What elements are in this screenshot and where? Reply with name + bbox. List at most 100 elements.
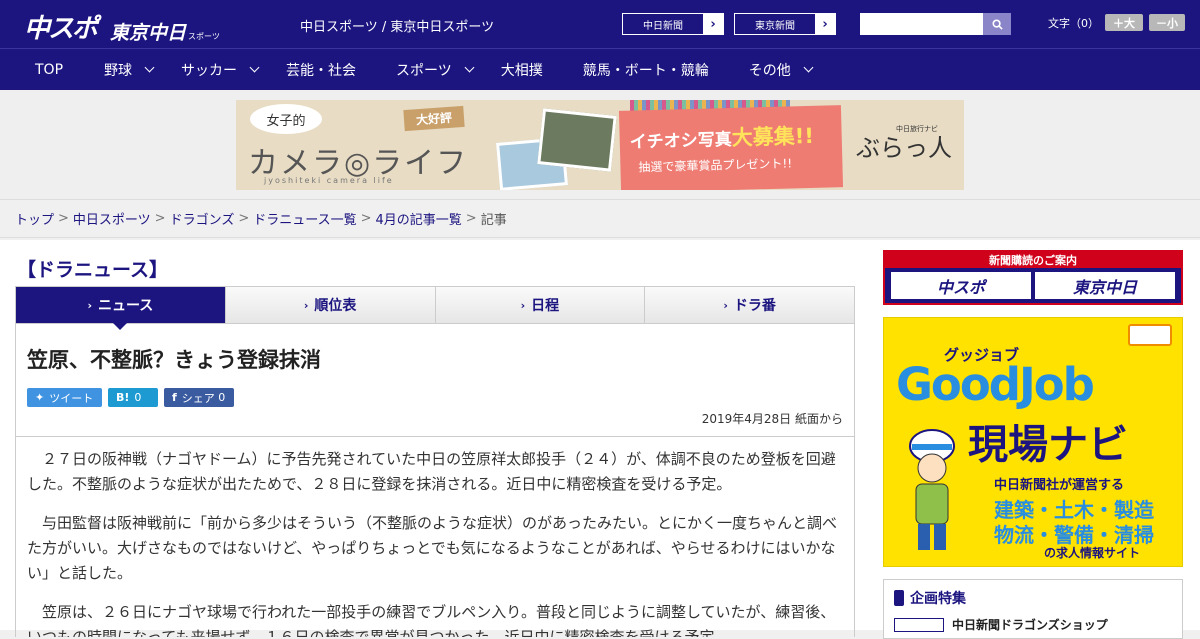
nav-label: スポーツ — [396, 62, 452, 79]
twitter-bird-icon: ✦ — [35, 391, 45, 404]
font-size-label: 文字（0） — [1048, 16, 1099, 30]
breadcrumb-separator: > — [465, 211, 477, 226]
camera-life-banner[interactable]: 女子的 カメラ◎ライフ jyoshiteki camera life 大好評 イ… — [236, 100, 964, 190]
site-search — [860, 13, 1011, 35]
banner-prize: 抽選で豪華賞品プレゼント!! — [638, 156, 793, 175]
tab-news[interactable]: › ニュース — [16, 287, 226, 330]
chevron-right-icon: › — [723, 298, 728, 312]
share-buttons: ✦ ツイート B! 0 f シェア 0 — [27, 388, 843, 407]
nav-sports[interactable]: スポーツ — [396, 49, 475, 91]
article-date: 2019年4月28日 紙面から — [701, 412, 843, 426]
site-header: 中スポ 東京中日 スポーツ 中日スポーツ / 東京中日スポーツ 中日新聞 › 東… — [0, 0, 1200, 48]
nav-label: 競馬・ボート・競輪 — [582, 62, 709, 79]
breadcrumb-link[interactable]: トップ — [15, 209, 54, 228]
breadcrumb-link[interactable]: 中日スポーツ — [73, 209, 151, 228]
breadcrumb-current: 記事 — [480, 213, 507, 228]
tab-label: ニュース — [97, 298, 154, 314]
search-button[interactable] — [983, 13, 1011, 35]
nav-entertainment[interactable]: 芸能・社会 — [286, 49, 356, 91]
feature-item[interactable]: 中日新聞ドラゴンズショップ — [894, 616, 1172, 633]
subscription-heading: 新聞購読のご案内 — [885, 252, 1181, 268]
news-tabs: › ニュース › 順位表 › 日程 › ドラ番 — [15, 286, 855, 330]
chevron-down-icon — [464, 62, 475, 73]
breadcrumb-separator: > — [58, 211, 69, 226]
banner-bubble: 女子的 — [250, 104, 322, 134]
nav-top[interactable]: TOP — [35, 49, 63, 91]
feature-box: 企画特集 中日新聞ドラゴンズショップ — [883, 579, 1183, 639]
breadcrumb-separator: > — [360, 211, 372, 226]
chevron-right-icon: › — [520, 298, 526, 312]
chevron-down-icon — [803, 62, 814, 73]
facebook-count: 0 — [218, 391, 226, 404]
breadcrumb-link[interactable]: ドラゴンズ — [170, 209, 235, 228]
article-header: 笠原、不整脈？きょう登録抹消 ✦ ツイート B! 0 f シェア 0 2019年… — [15, 324, 855, 437]
article-body: ２７日の阪神戦（ナゴヤドーム）に予告先発されていた中日の笠原祥太郎投手（２４）が… — [15, 437, 855, 637]
nav-label: TOP — [35, 61, 64, 78]
nav-baseball[interactable]: 野球 — [104, 49, 155, 91]
breadcrumb-separator: > — [154, 211, 166, 226]
site-logo[interactable]: 中スポ 東京中日 スポーツ — [24, 8, 220, 45]
chevron-down-icon — [144, 62, 155, 73]
font-larger-button[interactable]: ＋大 — [1105, 14, 1143, 31]
chevron-right-icon: › — [815, 14, 835, 34]
banner-ribbon: 大好評 — [403, 105, 465, 132]
nav-soccer[interactable]: サッカー — [181, 49, 260, 91]
banner-campaign: イチオシ写真大募集!! 抽選で豪華賞品プレゼント!! — [618, 105, 844, 190]
ad-line: の求人情報サイト — [1044, 546, 1141, 560]
logo-sports: スポーツ — [188, 32, 220, 41]
hatena-bookmark-button[interactable]: B! 0 — [108, 388, 158, 407]
article-paragraph: 笠原は、２６日にナゴヤ球場で行われた一部投手の練習でブルペン入り。普段と同じよう… — [27, 603, 836, 637]
paper-link-label: 中日新聞 — [643, 20, 683, 32]
logo-chuspo: 中スポ — [24, 14, 98, 44]
search-input[interactable] — [860, 13, 983, 35]
tab-standings[interactable]: › 順位表 — [225, 287, 436, 323]
nav-other[interactable]: その他 — [748, 49, 814, 91]
main-content: 【ドラニュース】 › ニュース › 順位表 › 日程 › ドラ番 笠原、不整脈？きょう登… — [0, 240, 1200, 639]
hatena-icon: B! — [116, 391, 130, 404]
nav-label: サッカー — [181, 62, 238, 79]
tokyo-shimbun-link[interactable]: 東京新聞 › — [734, 13, 836, 35]
site-name: 中日スポーツ / 東京中日スポーツ — [300, 20, 495, 35]
sidebar: 新聞購読のご案内 中スポ 東京中日 グッジョブ GoodJob 現場ナビ 中日新… — [883, 240, 1183, 639]
tab-schedule[interactable]: › 日程 — [435, 287, 646, 323]
banner-subtitle: jyoshiteki camera life — [264, 176, 394, 185]
font-smaller-button[interactable]: －小 — [1149, 14, 1185, 31]
section-title: 【ドラニュース】 — [17, 258, 169, 281]
nav-label: 大相撲 — [500, 62, 543, 79]
ad-navi: 現場ナビ — [968, 422, 1128, 468]
breadcrumb-link[interactable]: ドラニュース一覧 — [253, 209, 356, 228]
feature-item-label: 中日新聞ドラゴンズショップ — [952, 618, 1108, 632]
breadcrumb-link[interactable]: 4月の記事一覧 — [376, 209, 462, 228]
tweet-label: ツイート — [49, 391, 94, 405]
subscribe-tokyo-chunichi[interactable]: 東京中日 — [1035, 272, 1175, 299]
paper-link-label: 東京新聞 — [755, 20, 795, 32]
nav-sumo[interactable]: 大相撲 — [501, 49, 543, 91]
nav-racing[interactable]: 競馬・ボート・競輪 — [583, 49, 709, 91]
chevron-right-icon: › — [303, 298, 309, 312]
chevron-right-icon: › — [87, 298, 92, 312]
feature-thumbnail — [894, 617, 944, 632]
banner-area: 女子的 カメラ◎ライフ jyoshiteki camera life 大好評 イ… — [0, 90, 1200, 200]
subscription-banner[interactable]: 新聞購読のご案内 中スポ 東京中日 — [883, 250, 1183, 305]
nav-label: その他 — [748, 62, 791, 79]
banner-brand: ぶらっ人 — [856, 134, 952, 162]
banner-headline-a: イチオシ写真 — [629, 129, 733, 153]
tab-label: 日程 — [531, 298, 560, 314]
facebook-label: シェア — [181, 391, 215, 405]
tweet-button[interactable]: ✦ ツイート — [27, 388, 102, 407]
goodjob-ad[interactable]: グッジョブ GoodJob 現場ナビ 中日新聞社が運営する 建築・土木・製造 物… — [883, 317, 1183, 567]
nav-label: 芸能・社会 — [286, 62, 357, 79]
banner-photo — [537, 108, 617, 172]
breadcrumb: トップ > 中日スポーツ > ドラゴンズ > ドラニュース一覧 > 4月の記事一覧 > 記… — [0, 200, 1200, 238]
chunichi-shimbun-link[interactable]: 中日新聞 › — [622, 13, 724, 35]
subscribe-chuspo[interactable]: 中スポ — [891, 272, 1031, 299]
tab-label: 順位表 — [314, 298, 357, 314]
global-nav: TOP 野球 サッカー 芸能・社会 スポーツ 大相撲 競馬・ボート・競輪 その他 — [0, 48, 1200, 90]
article-paragraph: ２７日の阪神戦（ナゴヤドーム）に予告先発されていた中日の笠原祥太郎投手（２４）が… — [27, 450, 836, 493]
tab-dora-ban[interactable]: › ドラ番 — [645, 287, 854, 323]
article-paragraph: 与田監督は阪神戦前に「前から多少はそういう（不整脈のような症状）のがあったみたい… — [27, 514, 838, 582]
font-size-control: 文字（0） ＋大 －小 — [1048, 14, 1185, 31]
facebook-share-button[interactable]: f シェア 0 — [164, 388, 234, 407]
banner-headline-b: 大募集!! — [731, 123, 815, 150]
facebook-icon: f — [172, 391, 177, 404]
